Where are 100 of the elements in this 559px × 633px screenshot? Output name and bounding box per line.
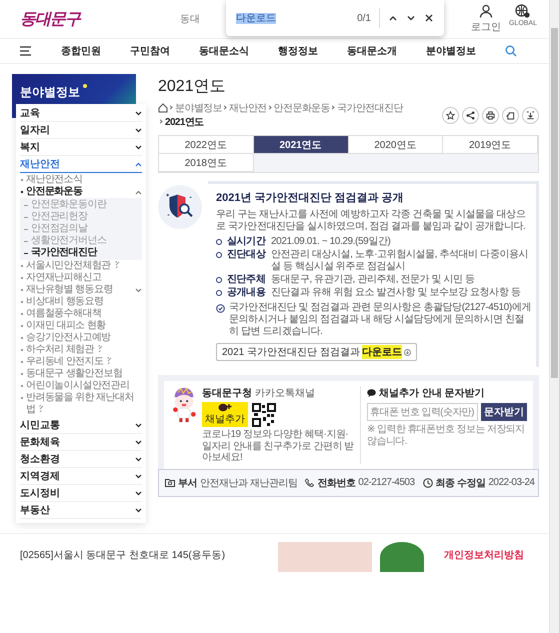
submenu-item[interactable]: 안전문화운동 [20, 186, 142, 198]
add-channel-button[interactable]: 채널추가 [202, 402, 248, 427]
scrollbar[interactable] [549, 0, 559, 633]
year-tab[interactable]: 2020연도 [348, 136, 444, 154]
submenu-item[interactable]: 재난안전소식 [20, 174, 142, 186]
download-icon [526, 110, 535, 120]
hand-button[interactable] [502, 106, 519, 124]
item-label: 진단주체 [227, 274, 266, 286]
chevron-icon [135, 490, 142, 496]
sidebar-item[interactable]: 도시정비 [20, 485, 142, 502]
login-button[interactable]: 로그인 [470, 4, 501, 34]
inquiry-note: 국가안전대진단 및 점검결과 관련 문의사항은 총괄담당(2127-4510)에게 문의하시거나 붙임의 점검결과 내 해당 시설담당에게 문의하시면 친절히 답변 드리겠습니다. [229, 302, 532, 338]
submenu-item[interactable]: 이재민 대피소 현황 [20, 320, 142, 332]
breadcrumb-link[interactable]: 분야별정보 [168, 101, 222, 115]
submenu-item[interactable]: 동대문구 생활안전보험 [20, 368, 142, 380]
channel-description: 코로나19 정보와 다양한 혜택·지원·일자리 안내를 친구추가로 간편히 받아보세요! [202, 429, 355, 464]
header-search-field[interactable]: 동대 [180, 12, 200, 26]
download-button[interactable] [522, 106, 539, 124]
submenu-item[interactable]: 비상대비 행동요령 [20, 296, 142, 308]
match-count: 0/1 [357, 12, 371, 24]
chevron-icon [135, 110, 142, 116]
sidebar-item[interactable]: 부동산 [20, 502, 142, 519]
chevron-icon [135, 456, 142, 462]
info-value: 안전재난과 재난관리팀 [200, 476, 298, 490]
item-text: 안전관리 대상시설, 노후·고위험시설물, 추석대비 다중이용시설 등 핵심시설 위주로 점검실시 [271, 249, 530, 273]
submenu-item[interactable]: 하수처리 체험관 [20, 344, 142, 356]
breadcrumb-link[interactable]: 2021연도 [158, 115, 204, 129]
submenu-item[interactable]: 반려동물을 위한 재난대처법 [20, 392, 142, 416]
submenu-item[interactable]: 서울시민안전체험관 [20, 260, 142, 272]
share-button[interactable] [462, 106, 479, 124]
sidebar-item[interactable]: 시민교통 [20, 417, 142, 434]
nav-menu-item[interactable]: 동대문소개 [347, 44, 397, 58]
nav-menu-item[interactable]: 종합민원 [61, 44, 101, 58]
submenu-item[interactable]: 우리동네 안전지도 [20, 356, 142, 368]
bullet-icon [216, 290, 222, 296]
share-icon [466, 110, 475, 120]
nav-menu-item[interactable]: 분야별정보 [426, 44, 476, 58]
receive-sms-button[interactable]: 문자받기 [481, 403, 527, 421]
info-label: 부서 [178, 476, 197, 490]
mascot-drawing [170, 386, 198, 424]
bullet-icon [216, 252, 222, 258]
privacy-note: ※ 입력한 휴대폰번호 정보는 저장되지 않습니다. [367, 424, 526, 447]
print-button[interactable] [482, 106, 499, 124]
year-tab[interactable]: 2018연도 [159, 154, 254, 172]
folder-icon [165, 478, 175, 487]
clock-icon [422, 478, 433, 488]
star-icon [446, 110, 455, 120]
privacy-policy-link[interactable]: 개인정보처리방침 [444, 548, 524, 562]
person-icon [478, 4, 493, 18]
breadcrumb-link[interactable]: 안전문화운동 [266, 101, 330, 115]
sidebar-item[interactable]: 교육 [20, 105, 142, 122]
menu-icon[interactable] [20, 46, 32, 56]
breadcrumb-link[interactable]: 국가안전대진단 [330, 101, 403, 115]
sidebar-item[interactable]: 일자리 [20, 122, 142, 139]
nav-menu-item[interactable]: 동대문소식 [199, 44, 249, 58]
favorite-button[interactable] [442, 106, 459, 124]
submenu-item[interactable]: 어린이놀이시설안전관리 [20, 380, 142, 392]
sidebar-item[interactable]: 복지 [20, 139, 142, 156]
sidebar-item[interactable]: 청소환경 [20, 451, 142, 468]
item-text: 2021.09.01. ~ 10.29.(59일간) [271, 236, 390, 248]
phone-input-field[interactable]: 휴대폰 번호 입력(숫자만) [367, 403, 478, 421]
chevron-icon [135, 162, 142, 166]
chevron-icon [135, 288, 142, 293]
home-icon[interactable] [158, 103, 168, 113]
qr-code-icon [252, 402, 276, 426]
year-tab[interactable]: 2019연도 [443, 136, 538, 154]
year-tab[interactable]: 2022연도 [159, 136, 254, 154]
sms-title: 채널추가 안내 문자받기 [379, 387, 485, 400]
submenu-item[interactable]: 국가안전대진단 [24, 247, 138, 259]
chat-bubble-icon [367, 389, 376, 397]
submenu-item[interactable]: 자연재난피해신고 [20, 272, 142, 284]
year-tab[interactable]: 2021연도 [254, 136, 348, 154]
info-label: 최종 수정일 [436, 476, 486, 490]
submenu-item[interactable]: 재난유형별 행동요령 [20, 284, 142, 296]
breadcrumb-link[interactable]: 재난안전 [222, 101, 267, 115]
nav-menu-item[interactable]: 구민참여 [130, 44, 170, 58]
nav-menu-item[interactable]: 행정정보 [278, 44, 318, 58]
close-icon[interactable] [424, 13, 434, 23]
item-text: 동대문구, 유관기관, 관리주체, 전문가 및 시민 등 [271, 274, 475, 286]
globe-icon [515, 4, 530, 18]
chevron-icon [135, 440, 142, 444]
info-value: 02-2127-4503 [358, 477, 415, 488]
channel-title: 동대문구청 카카오톡채널 [202, 387, 316, 400]
sidebar-item[interactable]: 문화체육 [20, 434, 142, 451]
submenu-item[interactable]: 승강기안전사고예방 [20, 332, 142, 344]
find-input[interactable]: 다운로드 [236, 11, 350, 25]
sidebar-item[interactable]: 재난안전 [20, 156, 142, 173]
info-value: 2022-03-24 [488, 477, 534, 488]
next-match-icon[interactable] [406, 13, 416, 23]
chevron-icon [135, 190, 142, 195]
submenu-item[interactable]: 여름철풍수해대책 [20, 308, 142, 320]
printer-icon [486, 110, 495, 120]
shield-magnifier-icon [158, 185, 202, 229]
sidebar-item[interactable]: 지역경제 [20, 468, 142, 485]
search-icon[interactable] [505, 45, 517, 57]
check-icon [216, 304, 225, 313]
phone-icon [305, 478, 314, 487]
file-download-button[interactable]: 2021 국가안전대진단 점검결과 다운로드 [216, 343, 417, 361]
site-logo[interactable]: 동대문구 [20, 8, 80, 30]
chevron-icon [135, 422, 142, 428]
